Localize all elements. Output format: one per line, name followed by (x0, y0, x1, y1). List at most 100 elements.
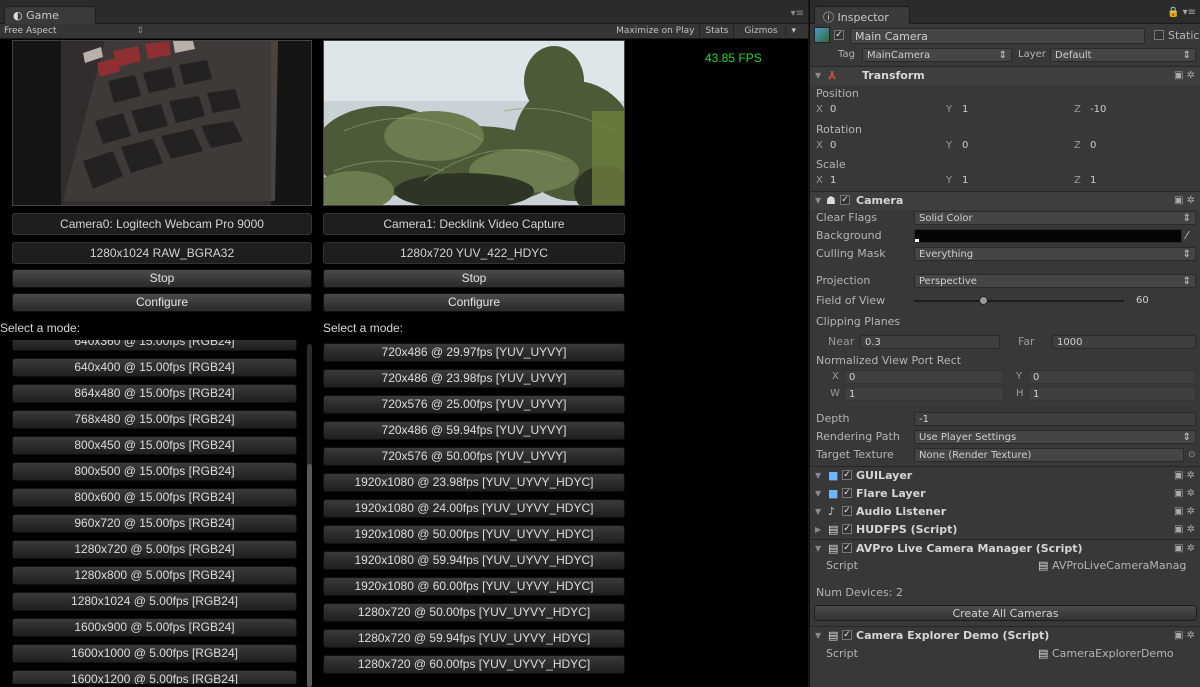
mode-button[interactable]: 960x720 @ 15.00fps [RGB24] (12, 514, 297, 533)
stats-toggle[interactable]: Stats (699, 25, 733, 38)
scale-y[interactable]: 1 (958, 174, 1076, 188)
avpro-checkbox[interactable]: ✓ (842, 543, 852, 553)
rotation-z[interactable]: 0 (1086, 139, 1196, 153)
viewport-w[interactable]: 1 (844, 387, 1004, 401)
mode-button[interactable]: 720x486 @ 23.98fps [YUV_UYVY] (323, 369, 625, 388)
lock-icon[interactable]: 🔒 ▾≡ (1167, 7, 1196, 18)
layer-dropdown[interactable]: Default ⇕ (1050, 48, 1196, 62)
camera-header[interactable]: ▼ ☗ ✓ Camera ▣ ✲ (810, 192, 1200, 210)
scale-x[interactable]: 1 (826, 174, 944, 188)
transform-header[interactable]: ▼ ⅄ Transform ▣ ✲ (810, 67, 1200, 85)
avpro-script-field[interactable]: AVProLiveCameraManag (1052, 557, 1192, 575)
position-z[interactable]: -10 (1086, 103, 1196, 117)
camera-enabled-checkbox[interactable]: ✓ (840, 195, 850, 205)
viewport-y[interactable]: 0 (1028, 370, 1196, 384)
tab-inspector[interactable]: ⓘ Inspector (814, 6, 910, 24)
flare-layer-header[interactable]: ▼ ■ ✓ Flare Layer ▣ ✲ (810, 485, 1200, 503)
near-value[interactable]: 0.3 (860, 335, 1000, 349)
clear-flags-dropdown[interactable]: Solid Color ⇕ (914, 211, 1196, 225)
audio-listener-checkbox[interactable]: ✓ (842, 506, 852, 516)
flare-layer-checkbox[interactable]: ✓ (842, 488, 852, 498)
avpro-header[interactable]: ▼ ▤ ✓ AVPro Live Camera Manager (Script)… (810, 540, 1200, 558)
background-color-field[interactable] (914, 229, 1182, 243)
component-settings-icon[interactable]: ▣ ✲ (1174, 627, 1195, 645)
viewport-x[interactable]: 0 (844, 370, 1004, 384)
explorer-checkbox[interactable]: ✓ (842, 630, 852, 640)
mode-button[interactable]: 800x450 @ 15.00fps [RGB24] (12, 436, 297, 455)
create-all-cameras-button[interactable]: Create All Cameras (814, 605, 1197, 621)
mode-button[interactable]: 640x400 @ 15.00fps [RGB24] (12, 358, 297, 377)
fov-value[interactable]: 60 (1132, 294, 1196, 308)
mode-button[interactable]: 640x360 @ 15.00fps [RGB24] (12, 340, 297, 351)
position-y[interactable]: 1 (958, 103, 1076, 117)
mode-button[interactable]: 1280x720 @ 50.00fps [YUV_UYVY_HDYC] (323, 603, 625, 622)
depth-value[interactable]: -1 (914, 412, 1196, 426)
mode-button[interactable]: 1280x720 @ 59.94fps [YUV_UYVY_HDYC] (323, 629, 625, 648)
static-checkbox[interactable] (1154, 30, 1164, 40)
maximize-on-play-toggle[interactable]: Maximize on Play (611, 25, 699, 38)
mode-button[interactable]: 1920x1080 @ 60.00fps [YUV_UYVY_HDYC] (323, 577, 625, 596)
mode-button[interactable]: 768x480 @ 15.00fps [RGB24] (12, 410, 297, 429)
mode-button[interactable]: 800x600 @ 15.00fps [RGB24] (12, 488, 297, 507)
mode-button[interactable]: 1920x1080 @ 50.00fps [YUV_UYVY_HDYC] (323, 525, 625, 544)
game-tab-menu-icon[interactable]: ▾≡ (791, 8, 804, 19)
camera0-mode-scrollbar[interactable] (305, 344, 315, 687)
target-texture-field[interactable]: None (Render Texture) (914, 448, 1184, 462)
camera0-mode-list[interactable]: 640x360 @ 15.00fps [RGB24] 640x400 @ 15.0… (12, 340, 298, 684)
camera0-stop-button[interactable]: Stop (12, 269, 312, 288)
mode-button[interactable]: 864x480 @ 15.00fps [RGB24] (12, 384, 297, 403)
camera1-stop-button[interactable]: Stop (323, 269, 625, 288)
mode-button[interactable]: 1920x1080 @ 59.94fps [YUV_UYVY_HDYC] (323, 551, 625, 570)
component-settings-icon[interactable]: ▣ ✲ (1174, 67, 1195, 85)
mode-button[interactable]: 1280x1024 @ 5.00fps [RGB24] (12, 592, 297, 611)
guilayer-header[interactable]: ▼ ■ ✓ GUILayer ▣ ✲ (810, 467, 1200, 485)
mode-button[interactable]: 1280x800 @ 5.00fps [RGB24] (12, 566, 297, 585)
mode-button[interactable]: 800x500 @ 15.00fps [RGB24] (12, 462, 297, 481)
position-x[interactable]: 0 (826, 103, 944, 117)
tab-game[interactable]: ◐ Game (4, 6, 96, 24)
mode-button[interactable]: 1600x1000 @ 5.00fps [RGB24] (12, 644, 297, 663)
scale-z[interactable]: 1 (1086, 174, 1196, 188)
explorer-script-field[interactable]: CameraExplorerDemo (1052, 645, 1192, 663)
camera1-configure-button[interactable]: Configure (323, 293, 625, 312)
mode-button[interactable]: 1920x1080 @ 23.98fps [YUV_UYVY_HDYC] (323, 473, 625, 492)
component-settings-icon[interactable]: ▣ ✲ (1174, 192, 1195, 210)
fov-slider-knob[interactable] (979, 296, 989, 305)
component-settings-icon[interactable]: ▣ ✲ (1174, 521, 1195, 539)
tag-dropdown[interactable]: MainCamera ⇕ (862, 48, 1012, 62)
component-settings-icon[interactable]: ▣ ✲ (1174, 503, 1195, 521)
component-settings-icon[interactable]: ▣ ✲ (1174, 540, 1195, 558)
mode-button[interactable]: 1920x1080 @ 24.00fps [YUV_UYVY_HDYC] (323, 499, 625, 518)
guilayer-checkbox[interactable]: ✓ (842, 470, 852, 480)
far-value[interactable]: 1000 (1052, 335, 1196, 349)
aspect-dropdown[interactable]: Free Aspect ⇕ (4, 25, 144, 38)
object-active-checkbox[interactable]: ✓ (834, 30, 844, 40)
rendering-path-dropdown[interactable]: Use Player Settings ⇕ (914, 430, 1196, 444)
mode-button[interactable]: 1600x900 @ 5.00fps [RGB24] (12, 618, 297, 637)
mode-button[interactable]: 720x576 @ 25.00fps [YUV_UYVY] (323, 395, 625, 414)
viewport-h[interactable]: 1 (1028, 387, 1196, 401)
mode-button[interactable]: 720x486 @ 29.97fps [YUV_UYVY] (323, 343, 625, 362)
mode-button[interactable]: 1280x720 @ 5.00fps [RGB24] (12, 540, 297, 559)
object-picker-icon[interactable]: ⊙ (1188, 446, 1196, 464)
mode-button[interactable]: 1600x1200 @ 5.00fps [RGB24] (12, 670, 297, 684)
hudfps-checkbox[interactable]: ✓ (842, 524, 852, 534)
camera0-configure-button[interactable]: Configure (12, 293, 312, 312)
mode-button[interactable]: 720x486 @ 59.94fps [YUV_UYVY] (323, 421, 625, 440)
culling-mask-dropdown[interactable]: Everything ⇕ (914, 247, 1196, 261)
object-name-field[interactable]: Main Camera (850, 28, 1145, 44)
gizmos-toggle[interactable]: Gizmos ▾ (733, 25, 806, 38)
mode-button[interactable]: 1280x720 @ 60.00fps [YUV_UYVY_HDYC] (323, 655, 625, 674)
camera1-mode-list[interactable]: 720x486 @ 29.97fps [YUV_UYVY] 720x486 @ 2… (323, 343, 625, 687)
component-settings-icon[interactable]: ▣ ✲ (1174, 467, 1195, 485)
mode-button[interactable]: 720x576 @ 50.00fps [YUV_UYVY] (323, 447, 625, 466)
audio-listener-header[interactable]: ▼ ♪ ✓ Audio Listener ▣ ✲ (810, 503, 1200, 521)
component-settings-icon[interactable]: ▣ ✲ (1174, 485, 1195, 503)
explorer-header[interactable]: ▼ ▤ ✓ Camera Explorer Demo (Script) ▣ ✲ (810, 627, 1200, 645)
rotation-y[interactable]: 0 (958, 139, 1076, 153)
rotation-x[interactable]: 0 (826, 139, 944, 153)
eyedropper-icon[interactable]: ⁄ (1186, 227, 1188, 245)
projection-dropdown[interactable]: Perspective ⇕ (914, 274, 1196, 288)
hudfps-header[interactable]: ▶ ▤ ✓ HUDFPS (Script) ▣ ✲ (810, 521, 1200, 539)
scrollbar-thumb[interactable] (307, 464, 312, 687)
